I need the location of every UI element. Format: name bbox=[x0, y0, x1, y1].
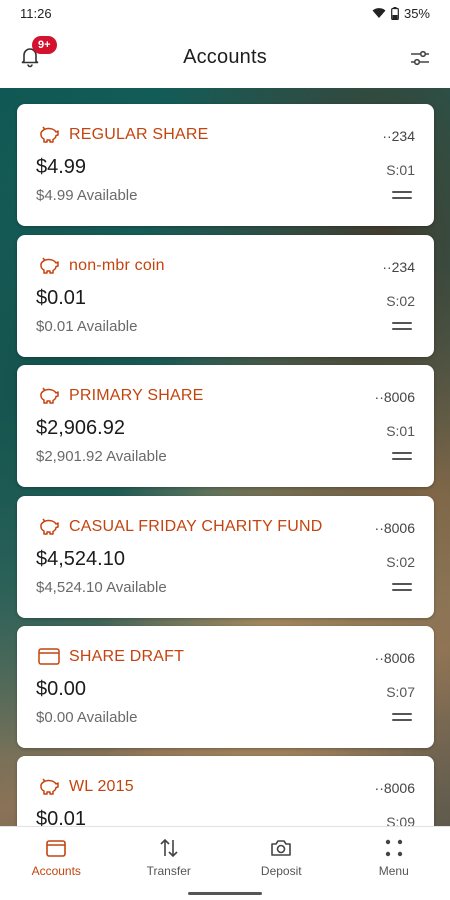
filter-settings-button[interactable] bbox=[408, 46, 432, 70]
drag-handle-icon[interactable] bbox=[392, 191, 412, 201]
piggy-bank-icon bbox=[40, 778, 59, 795]
account-number-mask: ··234 bbox=[382, 259, 415, 275]
sliders-icon bbox=[411, 50, 429, 66]
nav-label: Transfer bbox=[146, 864, 191, 878]
camera-icon bbox=[271, 840, 292, 856]
account-card[interactable]: WL 2015 ··8006 $0.01 S:09 bbox=[17, 756, 434, 826]
account-card[interactable]: REGULAR SHARE ··234 $4.99 S:01 $4.99 Ava… bbox=[17, 104, 434, 226]
dots-grid-icon bbox=[385, 839, 402, 857]
account-suffix: S:01 bbox=[386, 162, 415, 178]
piggy-bank-icon bbox=[40, 387, 59, 404]
account-number-mask: ··8006 bbox=[374, 780, 415, 796]
account-card[interactable]: CASUAL FRIDAY CHARITY FUND ··8006 $4,524… bbox=[17, 496, 434, 618]
drag-handle-icon[interactable] bbox=[392, 452, 412, 462]
transfer-arrows-icon bbox=[160, 838, 178, 858]
available-balance: $0.01 Available bbox=[36, 318, 138, 335]
gesture-bar[interactable] bbox=[188, 892, 262, 895]
account-suffix: S:09 bbox=[386, 814, 415, 826]
account-balance: $0.00 bbox=[36, 678, 87, 700]
nav-transfer[interactable]: Transfer bbox=[113, 827, 226, 888]
nav-menu[interactable]: Menu bbox=[338, 827, 450, 888]
app-header: 9+ Accounts bbox=[0, 26, 450, 88]
nav-deposit[interactable]: Deposit bbox=[225, 827, 338, 888]
account-suffix: S:02 bbox=[386, 554, 415, 570]
account-name: REGULAR SHARE bbox=[69, 126, 209, 143]
account-name: WL 2015 bbox=[69, 778, 134, 795]
account-balance: $2,906.92 bbox=[36, 417, 125, 439]
account-number-mask: ··8006 bbox=[374, 389, 415, 405]
account-number-mask: ··8006 bbox=[374, 520, 415, 536]
drag-handle-icon[interactable] bbox=[392, 322, 412, 332]
nav-label: Menu bbox=[378, 864, 409, 878]
nav-label: Deposit bbox=[260, 864, 302, 878]
bottom-nav: Accounts Transfer Deposit Menu bbox=[0, 826, 450, 888]
account-number-mask: ··234 bbox=[382, 128, 415, 144]
account-name: PRIMARY SHARE bbox=[69, 387, 204, 404]
account-card[interactable]: PRIMARY SHARE ··8006 $2,906.92 S:01 $2,9… bbox=[17, 365, 434, 487]
wallet-icon bbox=[38, 648, 60, 665]
account-number-mask: ··8006 bbox=[374, 650, 415, 666]
account-card[interactable]: SHARE DRAFT ··8006 $0.00 S:07 $0.00 Avai… bbox=[17, 626, 434, 748]
page-title: Accounts bbox=[183, 45, 267, 68]
account-name: non-mbr coin bbox=[69, 257, 165, 274]
available-balance: $2,901.92 Available bbox=[36, 448, 167, 465]
status-bar: 11:26 35% bbox=[0, 0, 450, 26]
piggy-bank-icon bbox=[40, 257, 59, 274]
available-balance: $0.00 Available bbox=[36, 709, 138, 726]
nav-accounts[interactable]: Accounts bbox=[0, 827, 113, 888]
account-suffix: S:02 bbox=[386, 293, 415, 309]
status-icons: 35% bbox=[372, 6, 430, 21]
status-time: 11:26 bbox=[20, 5, 52, 21]
wallet-icon bbox=[46, 840, 67, 857]
account-balance: $0.01 bbox=[36, 808, 87, 826]
drag-handle-icon[interactable] bbox=[392, 713, 412, 723]
available-balance: $4,524.10 Available bbox=[36, 579, 167, 596]
notification-badge: 9+ bbox=[32, 36, 57, 54]
account-card[interactable]: non-mbr coin ··234 $0.01 S:02 $0.01 Avai… bbox=[17, 235, 434, 357]
account-balance: $4,524.10 bbox=[36, 548, 125, 570]
available-balance: $4.99 Available bbox=[36, 187, 138, 204]
drag-handle-icon[interactable] bbox=[392, 583, 412, 593]
wifi-icon bbox=[372, 8, 386, 18]
battery-icon bbox=[391, 6, 399, 20]
account-balance: $0.01 bbox=[36, 287, 87, 309]
account-balance: $4.99 bbox=[36, 156, 87, 178]
account-name: SHARE DRAFT bbox=[69, 648, 185, 665]
piggy-bank-icon bbox=[40, 518, 59, 535]
battery-percent: 35% bbox=[403, 5, 430, 21]
piggy-bank-icon bbox=[40, 126, 59, 143]
nav-label: Accounts bbox=[31, 864, 81, 878]
account-suffix: S:07 bbox=[386, 684, 415, 700]
account-name: CASUAL FRIDAY CHARITY FUND bbox=[69, 518, 323, 535]
account-suffix: S:01 bbox=[386, 423, 415, 439]
accounts-list[interactable]: REGULAR SHARE ··234 $4.99 S:01 $4.99 Ava… bbox=[0, 88, 450, 826]
